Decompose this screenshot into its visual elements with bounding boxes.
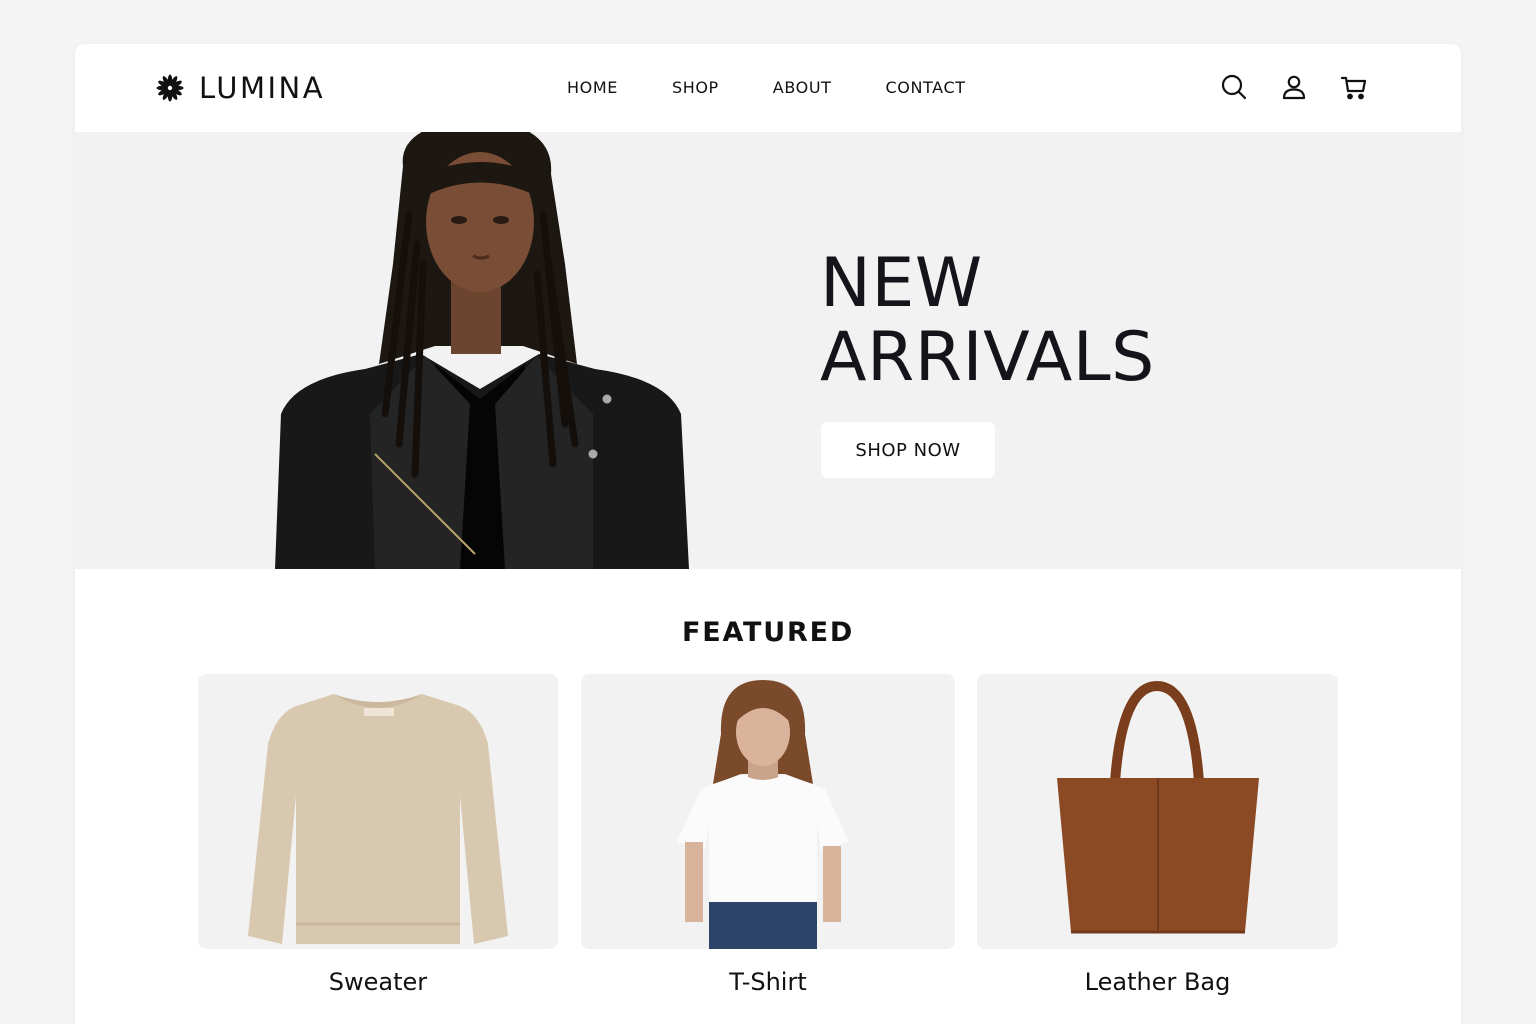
nav-item-shop[interactable]: SHOP [672,78,719,97]
product-card-tshirt[interactable]: T-Shirt [581,674,955,996]
brand-logo[interactable]: LUMINA [155,70,325,106]
site-header: LUMINA HOME SHOP ABOUT CONTACT [75,44,1461,132]
hero-title: NEW ARRIVALS [820,247,1155,395]
sunburst-logo-icon [156,74,184,102]
tshirt-model-image [677,680,849,949]
leather-bag-image [1057,680,1259,934]
hero-title-line2: ARRIVALS [820,318,1155,397]
brand-name: LUMINA [199,71,326,105]
nav-item-about[interactable]: ABOUT [773,78,832,97]
product-card-sweater[interactable]: Sweater [198,674,558,996]
product-name: T-Shirt [729,968,807,996]
main-nav: HOME SHOP ABOUT CONTACT [567,78,966,97]
search-icon[interactable] [1219,72,1249,102]
storefront-page: LUMINA HOME SHOP ABOUT CONTACT NEW ARRIV… [75,44,1461,1024]
shop-now-button[interactable]: SHOP NOW [821,422,995,478]
product-image [977,674,1338,949]
product-name: Sweater [328,968,428,996]
sweater-image [248,694,508,944]
product-image [198,674,558,949]
user-icon[interactable] [1279,72,1309,102]
nav-item-home[interactable]: HOME [567,78,618,97]
cart-icon[interactable] [1339,72,1369,102]
hero-banner: NEW ARRIVALS SHOP NOW [75,132,1461,569]
featured-heading: FEATURED [681,617,855,648]
header-actions [1189,72,1369,102]
hero-title-line1: NEW [820,244,983,323]
nav-item-contact[interactable]: CONTACT [886,78,966,97]
product-image [581,674,955,949]
product-card-leather-bag[interactable]: Leather Bag [977,674,1338,996]
hero-model-photo [275,132,689,569]
product-name: Leather Bag [1084,968,1231,996]
